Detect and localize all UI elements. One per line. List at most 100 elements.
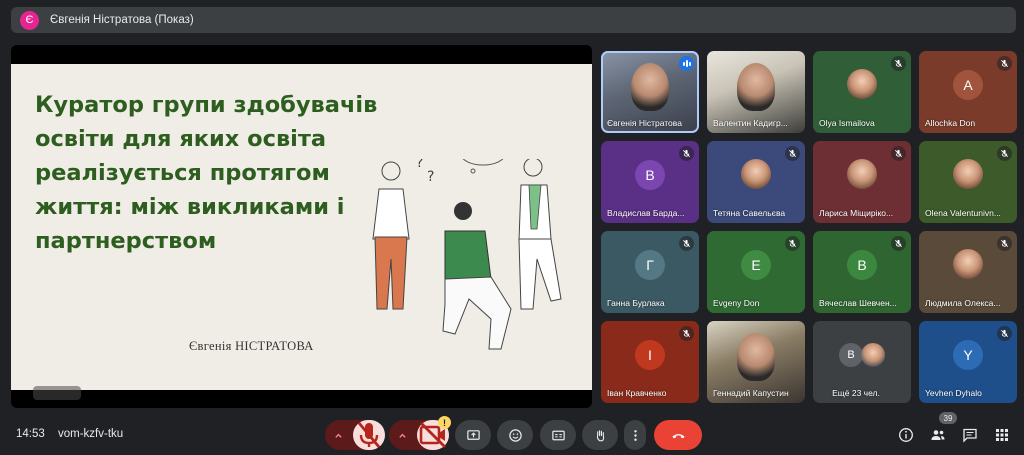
participant-tile[interactable]: В Вячеслав Шевчен... bbox=[813, 231, 911, 313]
present-screen-icon bbox=[466, 429, 480, 440]
chat-icon bbox=[963, 428, 977, 443]
mic-off-icon bbox=[679, 326, 694, 341]
call-end-icon bbox=[671, 433, 685, 438]
participant-photo bbox=[847, 158, 877, 189]
participant-photo bbox=[741, 158, 771, 189]
participant-video bbox=[631, 63, 669, 111]
speaking-indicator-icon bbox=[679, 56, 694, 71]
svg-text:?: ? bbox=[427, 169, 434, 185]
meeting-info-button[interactable] bbox=[896, 425, 916, 445]
mic-off-icon bbox=[891, 146, 906, 161]
participant-initial: І bbox=[635, 340, 665, 371]
participant-tile[interactable]: Тетяна Савельєва bbox=[707, 141, 805, 223]
clock: 14:53 bbox=[16, 428, 45, 440]
slide-title: Куратор групи здобувачів освіти для яких… bbox=[35, 92, 378, 254]
participant-tile[interactable]: Г Ганна Бурлака bbox=[601, 231, 699, 313]
participant-name: Ганна Бурлака bbox=[607, 298, 665, 308]
activities-button[interactable] bbox=[992, 425, 1012, 445]
participant-name: Геннадий Капустин bbox=[713, 388, 789, 398]
mic-off-icon bbox=[357, 422, 381, 448]
reactions-button[interactable] bbox=[497, 420, 533, 450]
participant-name: Olya Ismailova bbox=[819, 118, 875, 128]
participant-initial: E bbox=[741, 250, 771, 281]
presenter-bar: Є Євгенія Ністратова (Показ) bbox=[11, 7, 1016, 33]
participant-name: Allochka Don bbox=[925, 118, 976, 128]
participant-name: Тетяна Савельєва bbox=[713, 208, 786, 218]
svg-text:?: ? bbox=[416, 159, 423, 171]
participant-tile[interactable]: Євгенія Ністратова bbox=[601, 51, 699, 133]
participant-initial: В bbox=[847, 250, 877, 281]
participant-video bbox=[737, 63, 775, 111]
mic-off-icon bbox=[679, 236, 694, 251]
participants-count-badge: 39 bbox=[939, 412, 957, 424]
chat-button[interactable] bbox=[960, 425, 980, 445]
slide-author: Євгенія НІСТРАТОВА bbox=[189, 339, 314, 353]
participant-name: Владислав Барда... bbox=[607, 208, 685, 218]
captions-button[interactable] bbox=[540, 420, 576, 450]
people-icon bbox=[931, 430, 945, 440]
mic-options-chevron-up-icon[interactable] bbox=[325, 420, 351, 450]
leave-call-button[interactable] bbox=[654, 420, 702, 450]
mic-off-icon bbox=[891, 236, 906, 251]
hand-icon bbox=[596, 429, 604, 441]
meet-window: Є Євгенія Ністратова (Показ) Куратор гру… bbox=[0, 0, 1024, 455]
participant-name: Лариса Міщиріко... bbox=[819, 208, 894, 218]
participant-tile[interactable]: Olya Ismailova bbox=[813, 51, 911, 133]
presenter-title: Євгенія Ністратова (Показ) bbox=[50, 14, 194, 26]
participant-tile[interactable]: E Evgeny Don bbox=[707, 231, 805, 313]
participant-name: Євгенія Ністратова bbox=[607, 118, 682, 128]
mic-off-icon bbox=[997, 56, 1012, 71]
participant-name: Yevhen Dyhalo bbox=[925, 388, 982, 398]
camera-warning-badge: ! bbox=[438, 416, 451, 429]
camera-options-chevron-up-icon[interactable] bbox=[389, 420, 415, 450]
participant-photo bbox=[847, 68, 877, 99]
presenter-avatar: Є bbox=[20, 10, 39, 30]
participant-name: Вячеслав Шевчен... bbox=[819, 298, 897, 308]
participant-tile[interactable]: Y Yevhen Dyhalo bbox=[919, 321, 1017, 403]
presentation-stage[interactable]: Куратор групи здобувачів освіти для яких… bbox=[11, 45, 592, 408]
participant-video bbox=[737, 333, 775, 381]
slide-illustration: ? ? bbox=[372, 159, 562, 350]
participant-name: Іван Кравченко bbox=[607, 388, 667, 398]
participant-photo bbox=[953, 158, 983, 189]
participant-photo bbox=[953, 248, 983, 279]
participant-initial: В bbox=[635, 160, 665, 191]
mic-off-icon bbox=[997, 146, 1012, 161]
participant-tile[interactable]: В Ещё 23 чел. bbox=[813, 321, 911, 403]
participant-initial: Y bbox=[953, 340, 983, 371]
more-options-button[interactable] bbox=[624, 420, 646, 450]
more-vert-icon bbox=[633, 429, 637, 441]
participant-initial: A bbox=[953, 70, 983, 101]
meeting-code[interactable]: vom-kzfv-tku bbox=[58, 428, 123, 440]
participant-tile[interactable]: Лариса Міщиріко... bbox=[813, 141, 911, 223]
participant-tile[interactable]: І Іван Кравченко bbox=[601, 321, 699, 403]
participant-tile[interactable]: A Allochka Don bbox=[919, 51, 1017, 133]
participant-tile[interactable]: Валентин Кадигр... bbox=[707, 51, 805, 133]
more-participants-avatar: В bbox=[839, 343, 863, 367]
apps-grid-icon bbox=[996, 429, 1008, 441]
mic-muted-button[interactable] bbox=[353, 420, 385, 450]
participants-grid: Євгенія Ністратова Валентин Кадигр... Olya… bbox=[601, 51, 1017, 403]
emoji-icon bbox=[508, 428, 522, 442]
mic-off-icon bbox=[785, 236, 800, 251]
slide-controls[interactable] bbox=[33, 386, 81, 400]
present-screen-button[interactable] bbox=[455, 420, 491, 450]
info-icon bbox=[899, 428, 913, 442]
people-button[interactable] bbox=[928, 425, 948, 445]
participant-tile[interactable]: Геннадий Капустин bbox=[707, 321, 805, 403]
raise-hand-button[interactable] bbox=[582, 420, 618, 450]
participant-name: Ещё 23 чел. bbox=[832, 388, 880, 398]
participant-name: Валентин Кадигр... bbox=[713, 118, 788, 128]
mic-off-icon bbox=[997, 326, 1012, 341]
participant-tile[interactable]: Людмила Олекса... bbox=[919, 231, 1017, 313]
captions-icon bbox=[551, 430, 565, 440]
participant-initial: Г bbox=[635, 250, 665, 281]
participant-name: Людмила Олекса... bbox=[925, 298, 1001, 308]
mic-control-group bbox=[325, 420, 385, 450]
participant-tile[interactable]: В Владислав Барда... bbox=[601, 141, 699, 223]
participant-name: Olena Valentunivn... bbox=[925, 208, 1001, 218]
mic-off-icon bbox=[679, 146, 694, 161]
mic-off-icon bbox=[785, 146, 800, 161]
more-participants-photo bbox=[861, 343, 885, 367]
participant-tile[interactable]: Olena Valentunivn... bbox=[919, 141, 1017, 223]
